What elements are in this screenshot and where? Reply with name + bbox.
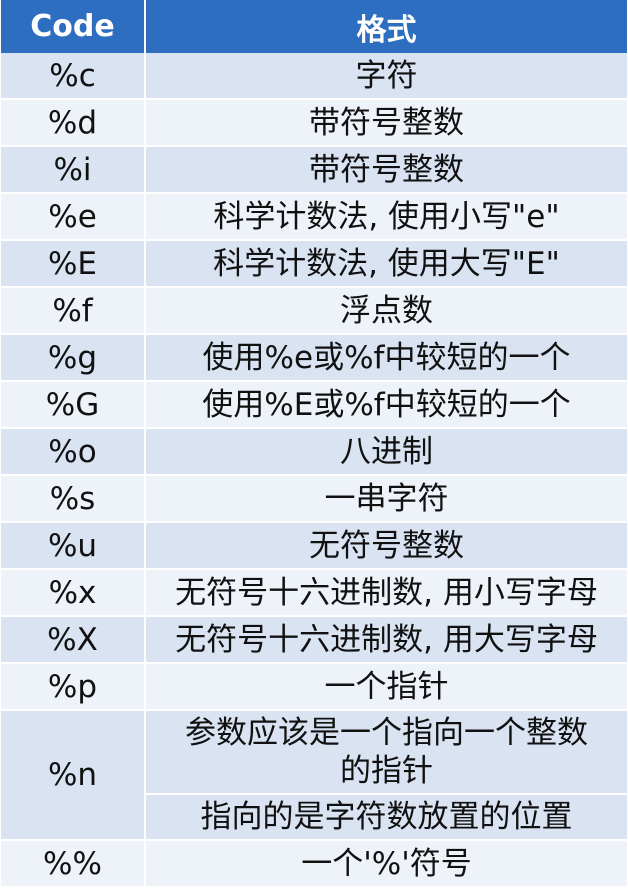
description-cell: 八进制 <box>145 428 627 476</box>
description-line: 的指针 <box>340 753 433 789</box>
description-cell: 无符号十六进制数, 用小写字母 <box>145 569 627 617</box>
description-cell: 无符号整数 <box>145 522 627 570</box>
description-cell: 浮点数 <box>145 287 627 335</box>
code-cell: %g <box>1 334 146 382</box>
description-cell: 带符号整数 <box>145 99 627 147</box>
code-cell: %n <box>1 710 146 841</box>
description-cell: 使用%E或%f中较短的一个 <box>145 381 627 429</box>
table-row: %u 无符号整数 <box>1 522 627 570</box>
code-cell: %o <box>1 428 146 476</box>
description-cell: 一个指针 <box>145 663 627 711</box>
table-row: %g 使用%e或%f中较短的一个 <box>1 334 627 382</box>
table-row: %G 使用%E或%f中较短的一个 <box>1 381 627 429</box>
code-cell: %x <box>1 569 146 617</box>
code-cell: %X <box>1 616 146 664</box>
code-cell: %i <box>1 146 146 194</box>
table-row: %d 带符号整数 <box>1 99 627 147</box>
format-specifier-table-container: Code 格式 %c 字符 %d 带符号整数 %i 带符号整数 %e 科学计数法… <box>0 0 628 892</box>
description-line: 参数应该是一个指向一个整数 <box>185 715 588 751</box>
table-row: %X 无符号十六进制数, 用大写字母 <box>1 616 627 664</box>
table-header-row: Code 格式 <box>1 0 627 53</box>
code-cell: %E <box>1 240 146 288</box>
description-cell: 科学计数法, 使用小写"e" <box>145 193 627 241</box>
description-cell: 参数应该是一个指向一个整数 的指针 <box>145 710 627 795</box>
table-row: %p 一个指针 <box>1 663 627 711</box>
description-cell: 一个'%'符号 <box>145 840 627 888</box>
table-row: %x 无符号十六进制数, 用小写字母 <box>1 569 627 617</box>
code-cell: %% <box>1 840 146 888</box>
description-cell: 科学计数法, 使用大写"E" <box>145 240 627 288</box>
code-cell: %f <box>1 287 146 335</box>
code-cell: %s <box>1 475 146 523</box>
code-cell: %c <box>1 53 146 100</box>
table-row: %% 一个'%'符号 <box>1 840 627 888</box>
table-row: %f 浮点数 <box>1 287 627 335</box>
table-row: %e 科学计数法, 使用小写"e" <box>1 193 627 241</box>
code-cell: %p <box>1 663 146 711</box>
code-cell: %G <box>1 381 146 429</box>
description-cell: 无符号十六进制数, 用大写字母 <box>145 616 627 664</box>
table-row: %E 科学计数法, 使用大写"E" <box>1 240 627 288</box>
header-code: Code <box>1 0 146 53</box>
description-cell: 带符号整数 <box>145 146 627 194</box>
format-specifier-table: Code 格式 %c 字符 %d 带符号整数 %i 带符号整数 %e 科学计数法… <box>1 0 627 888</box>
header-format: 格式 <box>145 0 627 53</box>
code-cell: %e <box>1 193 146 241</box>
description-cell: 指向的是字符数放置的位置 <box>145 794 627 841</box>
table-row: %c 字符 <box>1 53 627 100</box>
description-cell: 一串字符 <box>145 475 627 523</box>
description-cell: 字符 <box>145 53 627 100</box>
description-cell: 使用%e或%f中较短的一个 <box>145 334 627 382</box>
table-row: %n 参数应该是一个指向一个整数 的指针 <box>1 710 627 841</box>
table-row: %i 带符号整数 <box>1 146 627 194</box>
table-row: %o 八进制 <box>1 428 627 476</box>
code-cell: %u <box>1 522 146 570</box>
table-row: %s 一串字符 <box>1 475 627 523</box>
code-cell: %d <box>1 99 146 147</box>
